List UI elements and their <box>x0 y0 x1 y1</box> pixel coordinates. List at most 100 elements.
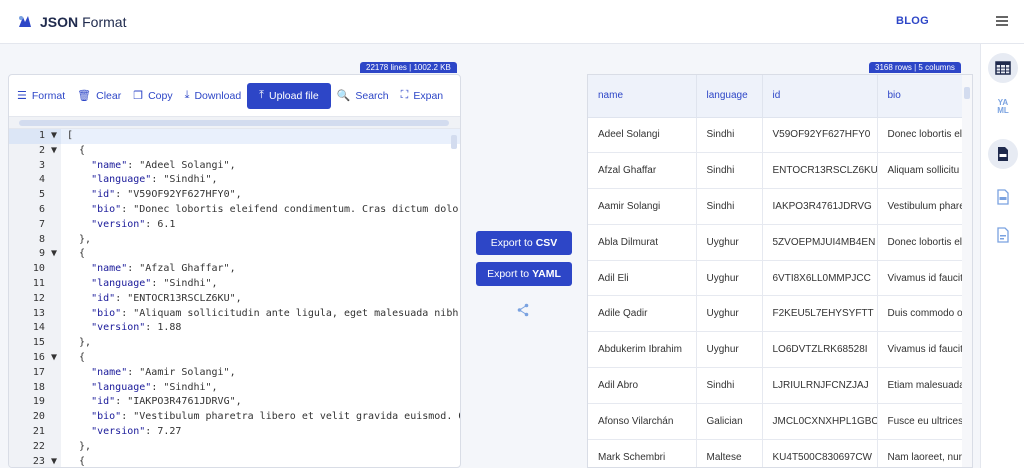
code-line: 6 "bio": "Donec lobortis eleifend condim… <box>9 202 460 218</box>
code-line: 8 }, <box>9 232 460 248</box>
line-number: 8 <box>9 232 61 248</box>
table-row[interactable]: Abdukerim Ibrahim Uyghur LO6DVTZLRK68528I V… <box>588 331 965 369</box>
sidebar-table-view[interactable] <box>988 53 1018 83</box>
upload-file-button[interactable]: ⤒ Upload file <box>247 82 331 109</box>
editor-toolbar: ☰ Format 🗑 Clear ❐ Copy ⤓ Download ⤒ Upload file 🔍… <box>9 75 460 117</box>
table-cell-name: Afzal Ghaffar <box>588 152 697 190</box>
table-cell-language: Sindhi <box>696 188 763 225</box>
sidebar-yaml-view[interactable]: YA ML <box>988 92 1018 122</box>
code-text: }, <box>67 337 92 349</box>
blog-link[interactable]: BLOG <box>896 15 929 27</box>
table-row[interactable]: Adeel Solangi Sindhi V59OF92YF627HFY0 Donec… <box>588 117 965 154</box>
line-number: 16 ▼ <box>9 350 61 366</box>
table-panel: 3168 rows | 5 columns name language id bio … <box>587 62 973 468</box>
line-number: 15 <box>9 336 61 351</box>
export-yaml-prefix: Export to <box>487 268 530 280</box>
download-button[interactable]: ⤓ Download <box>179 83 248 109</box>
line-number: 10 <box>9 262 61 277</box>
header: JSON Format BLOG <box>0 0 1024 44</box>
table-cell-bio: Vivamus id faucit <box>877 331 965 369</box>
table-scrollbar[interactable] <box>962 75 972 467</box>
table-cell-name: Adile Qadir <box>588 295 697 333</box>
table-row[interactable]: Afonso Vilarchán Galician JMCL0CXNXHPL1GBC… <box>588 403 965 440</box>
code-text: "version": 7.27 <box>91 425 182 437</box>
copy-button[interactable]: ❐ Copy <box>127 83 178 109</box>
toolbar-label: Search <box>355 89 389 102</box>
export-csv-format: CSV <box>535 237 558 249</box>
table-row[interactable]: Aamir Solangi Sindhi IAKPO3R4761JDRVG Vesti… <box>588 188 965 225</box>
table-cell-language: Uyghur <box>696 295 763 333</box>
column-header-name[interactable]: name <box>588 75 697 118</box>
table-cell-bio: Duis commodo o <box>877 295 965 333</box>
toolbar-label: Format <box>31 89 66 102</box>
editor-stats-badge: 22178 lines | 1002.2 KB <box>360 62 457 73</box>
code-text: "bio": "Vestibulum pharetra libero et ve… <box>91 411 460 423</box>
toolbar-label: Clear <box>96 89 122 102</box>
yaml-icon: YA ML <box>997 98 1009 115</box>
code-text: "language": "Sindhi", <box>91 277 218 289</box>
table-cell-language: Uyghur <box>696 331 763 369</box>
table-cell-bio: Donec lobortis el <box>877 224 965 261</box>
line-number: 13 <box>9 306 61 322</box>
code-text: "version": 1.88 <box>91 322 182 334</box>
upload-icon: ⤒ <box>259 89 265 101</box>
menu-icon[interactable] <box>996 16 1008 26</box>
logo-text-bold: JSON <box>40 13 79 30</box>
column-header-language[interactable]: language <box>696 75 763 118</box>
download-icon: ⤓ <box>184 89 190 101</box>
table-row[interactable]: Abla Dilmurat Uyghur 5ZVOEPMJUI4MB4EN Donec… <box>588 224 965 261</box>
code-line: 9 ▼ { <box>9 247 460 263</box>
table-row[interactable]: Mark Schembri Maltese KU4T500C830697CW Nam … <box>588 439 965 467</box>
line-number: 5 <box>9 188 61 203</box>
code-text: "bio": "Aliquam sollicitudin ante ligula… <box>91 307 460 319</box>
table-cell-language: Galician <box>696 403 763 440</box>
table-cell-id: IAKPO3R4761JDRVG <box>762 188 878 225</box>
table-stats-badge: 3168 rows | 5 columns <box>869 62 961 73</box>
table-cell-language: Uyghur <box>696 260 763 297</box>
code-line: 21 "version": 7.27 <box>9 424 460 440</box>
table-cell-bio: Fusce eu ultrices <box>877 403 965 440</box>
vertical-scrollbar[interactable] <box>450 129 458 409</box>
line-number: 11 <box>9 276 61 292</box>
logo-icon <box>19 15 31 27</box>
code-text: }, <box>67 233 92 245</box>
search-button[interactable]: 🔍 Search <box>331 83 395 109</box>
horizontal-scrollbar[interactable] <box>9 117 460 129</box>
column-header-id[interactable]: id <box>762 75 878 118</box>
sidebar-json-view[interactable] <box>988 139 1018 169</box>
table-row[interactable]: Adile Qadir Uyghur F2KEU5L7EHYSYFTT Duis co… <box>588 295 965 333</box>
format-button[interactable]: ☰ Format <box>11 83 71 109</box>
expand-button[interactable]: ⛶ Expan <box>395 83 449 109</box>
data-table: name language id bio Adeel Solangi Sindhi V59… <box>588 75 965 467</box>
logo[interactable]: JSON Format <box>16 13 126 31</box>
table-cell-id: 6VTI8X6LL0MMPJCC <box>762 260 878 297</box>
line-number: 2 ▼ <box>9 143 61 159</box>
table-icon <box>995 61 1011 75</box>
sidebar-xml-view[interactable] <box>988 220 1018 250</box>
table-row[interactable]: Adil Abro Sindhi LJRIULRNJFCNZJAJ Etiam mal… <box>588 367 965 404</box>
sidebar-csv-view[interactable] <box>988 182 1018 212</box>
line-number: 23 ▼ <box>9 454 61 467</box>
export-csv-button[interactable]: Export to CSV <box>476 231 572 255</box>
json-editor[interactable]: ☰ Format 🗑 Clear ❐ Copy ⤓ Download ⤒ Upload file 🔍… <box>8 74 461 468</box>
table-cell-language: Sindhi <box>696 117 763 154</box>
table-cell-language: Maltese <box>696 439 763 467</box>
table-cell-bio: Nam laoreet, nur <box>877 439 965 467</box>
export-yaml-button[interactable]: Export to YAML <box>476 262 572 286</box>
code-text: "name": "Aamir Solangi", <box>91 366 236 378</box>
line-number: 20 <box>9 410 61 425</box>
clear-button[interactable]: 🗑 Clear <box>71 83 127 109</box>
code-text: "version": 6.1 <box>91 218 176 230</box>
table-row[interactable]: Adil Eli Uyghur 6VTI8X6LL0MMPJCC Vivamus id… <box>588 260 965 297</box>
code-text: "name": "Adeel Solangi", <box>91 159 236 171</box>
code-line: 15 }, <box>9 336 460 351</box>
code-line: 17 "name": "Aamir Solangi", <box>9 365 460 381</box>
table-cell-name: Afonso Vilarchán <box>588 403 697 440</box>
share-icon[interactable] <box>517 303 529 317</box>
code-area[interactable]: 1 ▼[2 ▼ {3 "name": "Adeel Solangi", 4 "la… <box>9 129 460 467</box>
column-header-bio[interactable]: bio <box>877 75 965 118</box>
table-row[interactable]: Afzal Ghaffar Sindhi ENTOCR13RSCLZ6KU Aliqu… <box>588 152 965 190</box>
code-text: "id": "V59OF92YF627HFY0", <box>91 189 242 201</box>
app: JSON Format BLOG 22178 lines | 1002.2 KB… <box>0 0 1024 468</box>
code-line: 2 ▼ { <box>9 143 460 159</box>
